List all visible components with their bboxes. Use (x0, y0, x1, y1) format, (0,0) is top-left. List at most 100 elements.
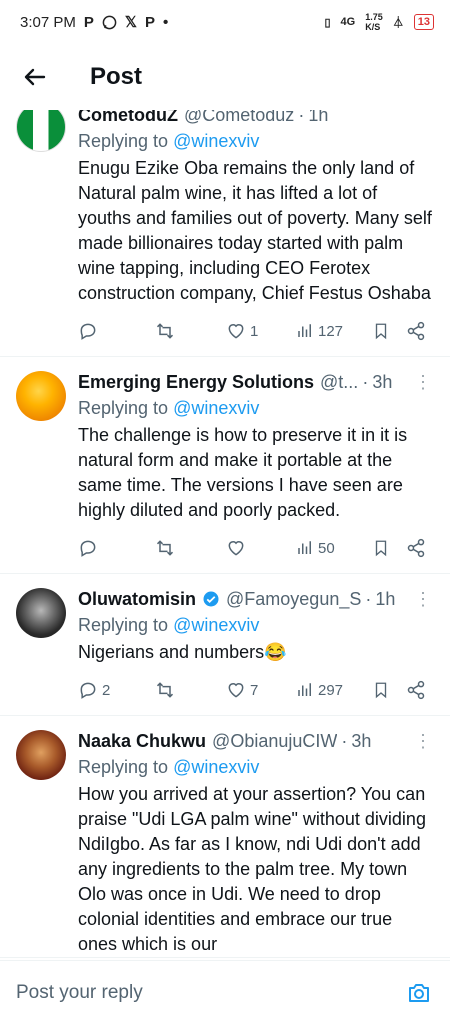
bookmark-icon (375, 682, 387, 699)
views-icon (298, 324, 311, 337)
author-name[interactable]: Naaka Chukwu (78, 731, 206, 752)
camera-icon (409, 983, 429, 1002)
retweet-button[interactable] (154, 680, 226, 700)
avatar[interactable] (16, 730, 66, 780)
retweet-icon (156, 540, 174, 556)
heart-icon (228, 324, 244, 339)
reply-button[interactable] (78, 538, 154, 558)
replying-to: Replying to @winexviv (78, 754, 434, 780)
share-icon (407, 538, 425, 558)
share-button[interactable] (406, 321, 426, 341)
vibrate-icon: ▯ (324, 16, 331, 29)
retweet-button[interactable] (154, 538, 226, 558)
tweet-header: Naaka Chukwu @ObianujuCIW · 3h ⋮ (78, 728, 434, 754)
tweet-header: Emerging Energy Solutions @t... · 3h ⋮ (78, 369, 434, 395)
replying-to: Replying to @winexviv (78, 395, 434, 421)
separator-dot: · (362, 371, 369, 392)
speed-value: 1.75 (365, 12, 383, 22)
views-button[interactable]: 297 (296, 681, 372, 699)
reply-button[interactable] (78, 321, 154, 341)
separator-dot: · (298, 110, 305, 125)
like-count: 7 (250, 681, 259, 699)
network-speed: 1.75 K/S (365, 12, 383, 32)
battery-indicator: 13 (413, 14, 434, 30)
more-options-icon[interactable]: ⋮ (414, 372, 432, 393)
p-app-icon: P (83, 13, 94, 31)
author-name[interactable]: CometoduZ (78, 110, 178, 126)
x-app-icon: 𝕏 (124, 14, 137, 31)
replying-to-handle[interactable]: @winexviv (173, 131, 259, 151)
reply-button[interactable]: 2 (78, 680, 154, 700)
author-name[interactable]: Emerging Energy Solutions (78, 372, 314, 393)
author-handle[interactable]: @ObianujuCIW (212, 731, 337, 752)
reply-icon (80, 323, 96, 340)
replying-to: Replying to @winexviv (78, 128, 434, 154)
views-icon (298, 683, 311, 696)
like-button[interactable] (226, 538, 296, 558)
avatar[interactable] (16, 110, 66, 152)
reply-tweet[interactable]: Oluwatomisin @Famoyegun_S · 1h ⋮ Replyin… (0, 574, 450, 716)
replies-feed[interactable]: CometoduZ @Cometoduz · 1h Replying to @w… (0, 110, 450, 960)
retweet-button[interactable] (154, 321, 226, 341)
verified-badge-icon (203, 591, 219, 607)
views-button[interactable]: 127 (296, 322, 372, 340)
retweet-icon (156, 323, 174, 339)
reply-tweet[interactable]: CometoduZ @Cometoduz · 1h Replying to @w… (0, 110, 450, 357)
back-arrow-icon (24, 68, 46, 86)
reply-icon (80, 540, 96, 557)
replying-to-label: Replying to (78, 398, 174, 418)
tweet-actions: 1 127 (78, 306, 434, 356)
author-handle[interactable]: @t... (320, 372, 358, 393)
author-handle[interactable]: @Cometoduz (184, 110, 294, 126)
header: Post (0, 44, 450, 110)
author-name[interactable]: Oluwatomisin (78, 589, 196, 610)
bookmark-button[interactable] (372, 538, 406, 558)
status-bar: 3:07 PM P 𝕏 P • ▯ 4G 1.75 K/S ⏃ 13 (0, 0, 450, 44)
like-count: 1 (250, 322, 259, 340)
separator-dot: · (365, 588, 372, 609)
tweet-header: Oluwatomisin @Famoyegun_S · 1h ⋮ (78, 586, 434, 612)
notification-icons: P 𝕏 P • (83, 13, 168, 32)
avatar[interactable] (16, 588, 66, 638)
more-options-icon[interactable]: ⋮ (414, 731, 432, 752)
replying-to-label: Replying to (78, 615, 174, 635)
avatar[interactable] (16, 371, 66, 421)
status-right-icons: ▯ 4G 1.75 K/S ⏃ 13 (324, 12, 434, 32)
share-button[interactable] (406, 680, 426, 700)
replying-to-handle[interactable]: @winexviv (173, 757, 259, 777)
more-options-icon[interactable]: ⋮ (414, 589, 432, 610)
camera-button[interactable] (404, 978, 434, 1008)
reply-count: 2 (102, 681, 111, 699)
separator-dot: · (341, 730, 348, 751)
reply-input[interactable] (16, 981, 404, 1004)
post-time[interactable]: 1h (375, 589, 395, 610)
bookmark-button[interactable] (372, 680, 406, 700)
post-time[interactable]: 3h (372, 372, 392, 393)
like-button[interactable]: 1 (226, 321, 296, 341)
post-time[interactable]: 3h (351, 731, 371, 752)
speed-unit: K/S (365, 22, 381, 32)
like-button[interactable]: 7 (226, 680, 296, 700)
share-icon (407, 321, 425, 341)
whatsapp-icon (102, 15, 117, 29)
bookmark-icon (375, 323, 387, 340)
bookmark-button[interactable] (372, 321, 406, 341)
post-time[interactable]: 1h (308, 110, 328, 126)
back-button[interactable] (0, 44, 70, 110)
share-button[interactable] (406, 538, 426, 558)
tweet-text: Enugu Ezike Oba remains the only land of… (78, 158, 432, 303)
alarm-icon: ⏃ (392, 17, 404, 29)
page-title: Post (90, 63, 143, 90)
reply-icon (80, 682, 96, 699)
tweet-text: The challenge is how to preserve it in i… (78, 425, 408, 520)
views-button[interactable]: 50 (296, 539, 372, 557)
status-time: 3:07 PM (20, 13, 76, 31)
replying-to-handle[interactable]: @winexviv (173, 615, 259, 635)
replying-to-handle[interactable]: @winexviv (173, 398, 259, 418)
reply-tweet[interactable]: Emerging Energy Solutions @t... · 3h ⋮ R… (0, 357, 450, 574)
view-count: 297 (318, 681, 344, 699)
tweet-actions: 2 7 297 (78, 665, 434, 715)
tweet-header: CometoduZ @Cometoduz · 1h (78, 110, 434, 128)
reply-tweet[interactable]: Naaka Chukwu @ObianujuCIW · 3h ⋮ Replyin… (0, 716, 450, 958)
author-handle[interactable]: @Famoyegun_S (226, 589, 361, 610)
